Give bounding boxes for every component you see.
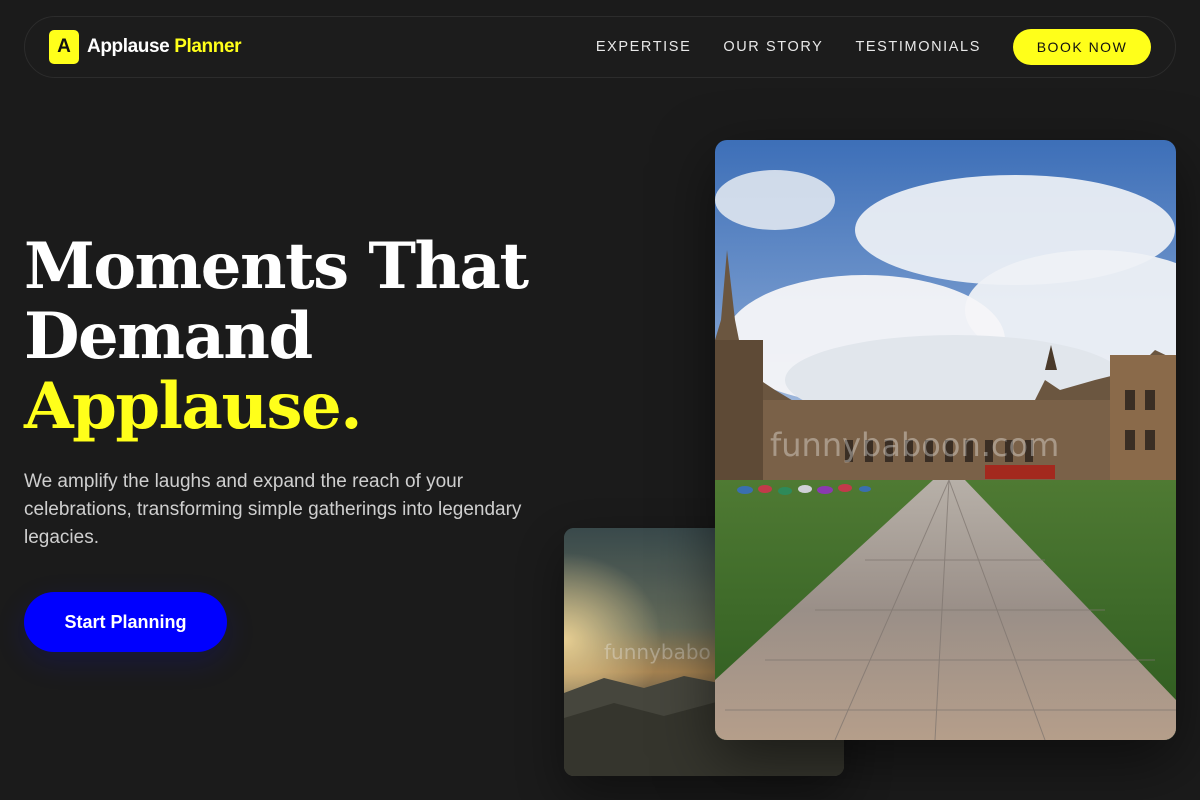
logo-mark-icon: A xyxy=(49,30,79,64)
back-photo-watermark: funnybabo xyxy=(604,640,711,664)
hero-subtext: We amplify the laughs and expand the rea… xyxy=(24,471,522,548)
brand-name-part1: Applause xyxy=(87,36,170,57)
quadrangle-photo: funnybaboon.com xyxy=(715,140,1176,740)
headline-highlight: Applause. xyxy=(24,369,362,444)
nav-link-our-story[interactable]: OUR STORY xyxy=(723,39,823,55)
hero-headline: Moments That Demand Applause. xyxy=(24,229,529,444)
nav-links: EXPERTISE OUR STORY TESTIMONIALS BOOK NO… xyxy=(596,29,1151,65)
landing-page: A Applause Planner EXPERTISE OUR STORY T… xyxy=(0,0,1200,800)
headline-line-1: Moments That xyxy=(24,229,529,304)
front-photo-watermark: funnybaboon.com xyxy=(770,426,1060,464)
brand-name-part2: Planner xyxy=(174,36,242,57)
book-now-button[interactable]: BOOK NOW xyxy=(1013,29,1151,65)
brand-name: Applause Planner xyxy=(87,36,242,58)
nav-link-testimonials[interactable]: TESTIMONIALS xyxy=(855,39,981,55)
nav-link-expertise[interactable]: EXPERTISE xyxy=(596,39,692,55)
headline-line-2: Demand xyxy=(24,299,313,374)
brand-logo[interactable]: A Applause Planner xyxy=(49,30,242,64)
top-navigation: A Applause Planner EXPERTISE OUR STORY T… xyxy=(24,16,1176,78)
start-planning-button[interactable]: Start Planning xyxy=(24,592,227,652)
